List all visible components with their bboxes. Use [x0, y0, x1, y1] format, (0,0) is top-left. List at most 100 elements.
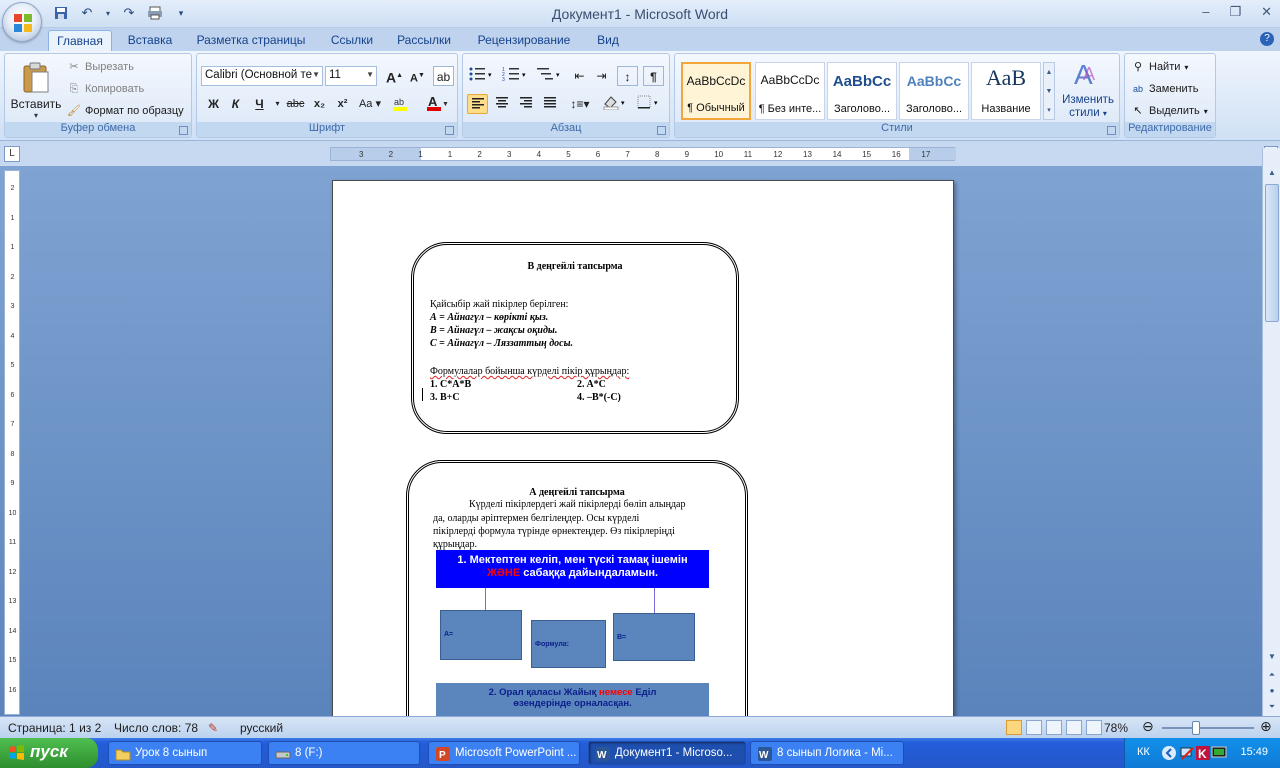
zoom-level[interactable]: 78%: [1104, 721, 1128, 735]
style-normal[interactable]: AaBbCcDc ¶ Обычный: [681, 62, 751, 120]
style-heading-2[interactable]: AaBbCc Заголово...: [899, 62, 969, 120]
system-tray: КК K 15:49: [1124, 738, 1280, 768]
start-button[interactable]: пуск: [0, 738, 98, 768]
clear-format-icon[interactable]: ab: [433, 66, 454, 86]
cut-button[interactable]: ✂ Вырезать: [67, 60, 134, 74]
borders-icon[interactable]: ▾: [635, 94, 665, 114]
ruler-number: 7: [10, 421, 15, 428]
align-center-icon[interactable]: [491, 94, 512, 114]
subscript-button[interactable]: x₂: [309, 94, 330, 114]
network-icon[interactable]: [1179, 745, 1195, 761]
document-page[interactable]: В деңгейлі тапсырма Қайсыбір жай пікірле…: [332, 180, 954, 725]
task-word-document1[interactable]: W Документ1 - Microso...: [588, 741, 746, 765]
select-button[interactable]: ↖ Выделить ▾: [1131, 104, 1207, 118]
format-painter-button[interactable]: 🖌 Формат по образцу: [67, 104, 184, 118]
ruler-number: 15: [862, 150, 872, 159]
copy-button[interactable]: ⎘ Копировать: [67, 82, 145, 96]
font-group-label: Шрифт: [197, 122, 457, 137]
change-case-button[interactable]: Aa ▾: [357, 94, 383, 114]
zoom-slider-track[interactable]: [1162, 727, 1254, 729]
tab-review[interactable]: Рецензирование: [468, 30, 580, 51]
task-folder-urok[interactable]: Урок 8 сынып: [108, 741, 262, 765]
page-count[interactable]: Страница: 1 из 2: [8, 721, 101, 735]
italic-button[interactable]: К: [225, 94, 246, 114]
style-no-spacing[interactable]: AaBbCcDc ¶ Без инте...: [755, 62, 825, 120]
word-count[interactable]: Число слов: 78: [114, 721, 198, 735]
draft-view-icon[interactable]: [1086, 720, 1102, 735]
monitor-icon[interactable]: [1211, 745, 1227, 761]
task-drive-f[interactable]: 8 (F:): [268, 741, 420, 765]
show-marks-icon[interactable]: ¶: [643, 66, 664, 86]
replace-button[interactable]: ab Заменить: [1131, 82, 1198, 96]
clock[interactable]: 15:49: [1240, 746, 1268, 758]
outline-view-icon[interactable]: [1066, 720, 1082, 735]
align-right-icon[interactable]: [515, 94, 536, 114]
windows-logo-icon: [9, 745, 24, 760]
tab-home[interactable]: Главная: [48, 30, 112, 51]
bullets-icon[interactable]: ▾: [467, 66, 497, 86]
shrink-font-button[interactable]: A▼: [407, 66, 428, 86]
grow-font-button[interactable]: A▲: [384, 66, 405, 86]
next-page-icon[interactable]: ⏷: [1265, 700, 1279, 714]
font-size-combo[interactable]: 11 ▼: [325, 66, 377, 86]
print-layout-view-icon[interactable]: [1006, 720, 1022, 735]
close-icon[interactable]: ✕: [1261, 4, 1272, 20]
bold-button[interactable]: Ж: [203, 94, 224, 114]
justify-icon[interactable]: [539, 94, 560, 114]
tray-back-icon[interactable]: [1161, 745, 1177, 761]
restore-icon[interactable]: ❐: [1229, 4, 1241, 20]
zoom-out-icon[interactable]: ⊖: [1142, 718, 1154, 735]
previous-page-icon[interactable]: ⏶: [1265, 668, 1279, 682]
sort-icon[interactable]: ↕: [617, 66, 638, 86]
line-spacing-icon[interactable]: ↕≡▾: [565, 94, 595, 114]
browse-object-icon[interactable]: ●: [1265, 684, 1279, 698]
change-styles-button[interactable]: AA Изменить стили ▾: [1059, 58, 1117, 120]
superscript-button[interactable]: x²: [332, 94, 353, 114]
highlight-button[interactable]: ab: [389, 94, 415, 114]
task-word-logic[interactable]: W 8 сынып Логика - Mi...: [750, 741, 904, 765]
full-screen-reading-icon[interactable]: [1026, 720, 1042, 735]
font-launcher-icon[interactable]: [445, 126, 454, 135]
font-color-button[interactable]: A ▼: [423, 94, 451, 114]
font-name-combo[interactable]: Calibri (Основной те ▼: [201, 66, 323, 86]
antivirus-icon[interactable]: K: [1195, 745, 1211, 761]
scroll-thumb[interactable]: [1265, 184, 1279, 322]
tab-page-layout[interactable]: Разметка страницы: [190, 30, 312, 51]
tab-references[interactable]: Ссылки: [324, 30, 380, 51]
input-language[interactable]: КК: [1137, 746, 1150, 758]
spellcheck-icon[interactable]: ✎: [208, 721, 218, 735]
numbering-icon[interactable]: 1 2 3 ▾: [501, 66, 531, 86]
styles-scroll[interactable]: ▲ ▼ ▾: [1043, 62, 1055, 120]
style-heading-1[interactable]: AaBbCc Заголово...: [827, 62, 897, 120]
web-layout-icon[interactable]: [1046, 720, 1062, 735]
zoom-slider-thumb[interactable]: [1192, 721, 1200, 735]
style-title[interactable]: АаВ Название: [971, 62, 1041, 120]
tab-mailings[interactable]: Рассылки: [390, 30, 458, 51]
help-icon[interactable]: ?: [1260, 32, 1274, 46]
horizontal-ruler[interactable]: 3 2 1 1 2 3 4 5 6 7 8 9 10 11 12 13 14 15 16 17: [330, 147, 956, 161]
strikethrough-button[interactable]: abc: [285, 94, 306, 114]
shading-icon[interactable]: ▾: [601, 94, 631, 114]
zoom-in-icon[interactable]: ⊕: [1260, 718, 1272, 735]
language-indicator[interactable]: русский: [240, 721, 283, 735]
vertical-scrollbar[interactable]: ▲ ▼ ⏶ ● ⏷: [1262, 148, 1280, 716]
multilevel-list-icon[interactable]: ▾: [535, 66, 565, 86]
tab-insert[interactable]: Вставка: [122, 30, 178, 51]
decrease-indent-icon[interactable]: ⇤: [569, 66, 590, 86]
styles-group-label: Стили: [675, 122, 1119, 137]
minimize-icon[interactable]: –: [1202, 4, 1209, 20]
styles-launcher-icon[interactable]: [1107, 126, 1116, 135]
clipboard-launcher-icon[interactable]: [179, 126, 188, 135]
task-powerpoint[interactable]: P Microsoft PowerPoint ...: [428, 741, 580, 765]
tab-view[interactable]: Вид: [590, 30, 626, 51]
scroll-up-icon[interactable]: ▲: [1265, 166, 1279, 180]
paste-button[interactable]: Вставить ▾: [9, 58, 63, 122]
paragraph-launcher-icon[interactable]: [657, 126, 666, 135]
vertical-ruler[interactable]: 2 1 1 2 3 4 5 6 7 8 9 10 11 12 13 14 15 16: [4, 170, 20, 715]
increase-indent-icon[interactable]: ⇥: [591, 66, 612, 86]
scroll-down-icon[interactable]: ▼: [1265, 650, 1279, 664]
align-left-icon[interactable]: [467, 94, 488, 114]
office-button[interactable]: [2, 2, 42, 42]
find-button[interactable]: ⚲ Найти ▾: [1131, 60, 1188, 74]
tab-selector-icon[interactable]: L: [4, 146, 20, 162]
